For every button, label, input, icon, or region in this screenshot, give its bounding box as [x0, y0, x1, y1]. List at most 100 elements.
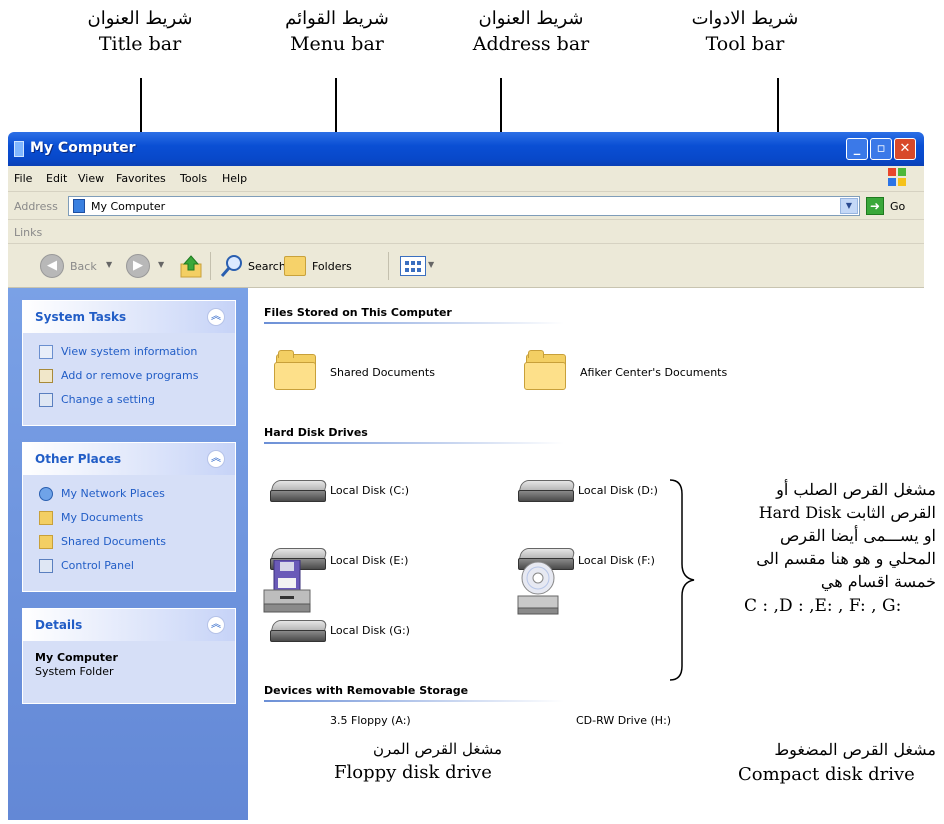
task-label: View system information — [61, 345, 198, 358]
menu-help[interactable]: Help — [222, 172, 247, 185]
maximize-button[interactable]: ▫ — [870, 138, 892, 160]
annotation-hard-disk-drives: C : ,D : ,E: , F: , G: — [744, 596, 902, 616]
folder-icon[interactable] — [524, 350, 568, 390]
place-label: Control Panel — [61, 559, 134, 572]
links-label[interactable]: Links — [14, 226, 42, 239]
local-disk-g[interactable]: Local Disk (G:) — [330, 624, 410, 637]
floppy-drive-icon[interactable] — [262, 560, 314, 618]
close-button[interactable]: ✕ — [894, 138, 916, 160]
shared-documents-icon — [39, 535, 53, 549]
network-places-icon — [39, 487, 53, 501]
views-dropdown-icon[interactable]: ▼ — [428, 260, 434, 269]
annotation-title-bar-ar: شريط العنوان — [87, 8, 193, 29]
annotation-hard-disk-line5: خمسة اقسام هي — [820, 572, 936, 591]
place-my-network-places[interactable]: My Network Places — [23, 483, 235, 507]
annotation-hard-disk: مشغل القرص الصلب أو القرص الثابت Hard Di… — [700, 478, 936, 593]
minimize-button[interactable]: _ — [846, 138, 868, 160]
place-label: My Documents — [61, 511, 144, 524]
views-icon[interactable] — [400, 256, 426, 276]
system-tasks-header[interactable]: System Tasks ︽ — [23, 301, 235, 333]
cd-drive-icon[interactable] — [514, 560, 562, 618]
task-view-system-information[interactable]: View system information — [23, 341, 235, 365]
task-pane: System Tasks ︽ View system information A… — [8, 288, 248, 820]
menu-view[interactable]: View — [78, 172, 104, 185]
collapse-chevron-icon[interactable]: ︽ — [207, 308, 225, 326]
title-bar[interactable]: My Computer _ ▫ ✕ — [8, 132, 924, 166]
go-button-label[interactable]: Go — [890, 200, 905, 213]
my-computer-icon — [14, 141, 24, 157]
local-disk-f[interactable]: Local Disk (F:) — [578, 554, 655, 567]
annotation-floppy-en: Floppy disk drive — [334, 762, 492, 783]
annotation-cd-en: Compact disk drive — [738, 764, 915, 785]
local-disk-c[interactable]: Local Disk (C:) — [330, 484, 409, 497]
annotation-tool-bar: شريط الادوات Tool bar — [670, 8, 820, 55]
back-button-label[interactable]: Back — [70, 260, 97, 273]
folders-icon[interactable] — [284, 256, 306, 276]
address-label: Address — [14, 200, 58, 213]
up-folder-icon[interactable] — [180, 254, 202, 278]
local-disk-e[interactable]: Local Disk (E:) — [330, 554, 408, 567]
arrow-title-bar — [135, 78, 147, 142]
search-icon[interactable] — [220, 254, 244, 278]
menu-file[interactable]: File — [14, 172, 32, 185]
window-title: My Computer — [30, 140, 136, 156]
go-arrow-icon[interactable]: ➜ — [866, 197, 884, 215]
forward-dropdown-icon[interactable]: ▼ — [158, 260, 164, 269]
local-disk-d[interactable]: Local Disk (D:) — [578, 484, 658, 497]
details-header[interactable]: Details ︽ — [23, 609, 235, 641]
place-shared-documents[interactable]: Shared Documents — [23, 531, 235, 555]
annotation-cd-ar: مشغل القرص المضغوط — [774, 740, 936, 759]
address-dropdown-button[interactable]: ▼ — [840, 198, 858, 214]
menu-favorites[interactable]: Favorites — [116, 172, 166, 185]
back-dropdown-icon[interactable]: ▼ — [106, 260, 112, 269]
details-type: System Folder — [35, 665, 114, 678]
other-places-header[interactable]: Other Places ︽ — [23, 443, 235, 475]
section-divider — [264, 442, 564, 444]
back-arrow-icon[interactable]: ◀ — [40, 254, 64, 278]
details-title: Details — [35, 618, 83, 632]
forward-arrow-icon[interactable]: ▶ — [126, 254, 150, 278]
cd-rw-drive-h[interactable]: CD-RW Drive (H:) — [576, 714, 671, 727]
annotation-menu-bar-ar: شريط القوائم — [285, 8, 389, 29]
folders-button-label[interactable]: Folders — [312, 260, 352, 273]
annotation-menu-bar-en: Menu bar — [290, 33, 384, 55]
collapse-chevron-icon[interactable]: ︽ — [207, 450, 225, 468]
hard-disk-icon[interactable] — [518, 480, 576, 504]
search-button-label[interactable]: Search — [248, 260, 286, 273]
links-bar: Links — [8, 220, 924, 244]
task-label: Add or remove programs — [61, 369, 199, 382]
tool-bar: ◀ Back ▼ ▶ ▼ Search Folders ▼ — [8, 244, 924, 288]
details-name: My Computer — [35, 651, 118, 664]
hard-disk-icon[interactable] — [270, 480, 328, 504]
menu-bar: File Edit View Favorites Tools Help — [8, 166, 924, 192]
system-tasks-panel: System Tasks ︽ View system information A… — [22, 300, 236, 426]
annotation-floppy-ar: مشغل القرص المرن — [373, 740, 502, 758]
control-panel-icon — [39, 393, 53, 407]
hard-disk-icon[interactable] — [270, 620, 328, 644]
folder-icon[interactable] — [274, 350, 318, 390]
annotation-title-bar-en: Title bar — [98, 33, 182, 55]
annotation-hard-disk-line4: المحلي و هو هنا مقسم الى — [756, 549, 936, 568]
annotation-address-bar-ar: شريط العنوان — [478, 8, 584, 29]
details-panel: Details ︽ My Computer System Folder — [22, 608, 236, 704]
other-places-title: Other Places — [35, 452, 122, 466]
section-files-stored: Files Stored on This Computer — [264, 306, 452, 319]
collapse-chevron-icon[interactable]: ︽ — [207, 616, 225, 634]
shared-documents-item[interactable]: Shared Documents — [330, 366, 435, 379]
annotation-hard-disk-line3: او يســـمى أيضا القرص — [779, 526, 936, 545]
task-add-remove-programs[interactable]: Add or remove programs — [23, 365, 235, 389]
windows-logo-icon — [888, 168, 908, 188]
user-documents-item[interactable]: Afiker Center's Documents — [580, 366, 727, 379]
annotation-title-bar: شريط العنوان Title bar — [60, 8, 220, 55]
annotation-address-bar: شريط العنوان Address bar — [456, 8, 606, 55]
menu-tools[interactable]: Tools — [180, 172, 207, 185]
address-input[interactable]: My Computer — [68, 196, 860, 216]
hard-disk-brace — [669, 479, 695, 681]
menu-edit[interactable]: Edit — [46, 172, 67, 185]
address-value: My Computer — [91, 200, 166, 213]
annotation-hard-disk-line2: القرص الثابت Hard Disk — [758, 503, 936, 522]
place-control-panel[interactable]: Control Panel — [23, 555, 235, 579]
floppy-drive-a[interactable]: 3.5 Floppy (A:) — [330, 714, 411, 727]
task-change-setting[interactable]: Change a setting — [23, 389, 235, 413]
place-my-documents[interactable]: My Documents — [23, 507, 235, 531]
